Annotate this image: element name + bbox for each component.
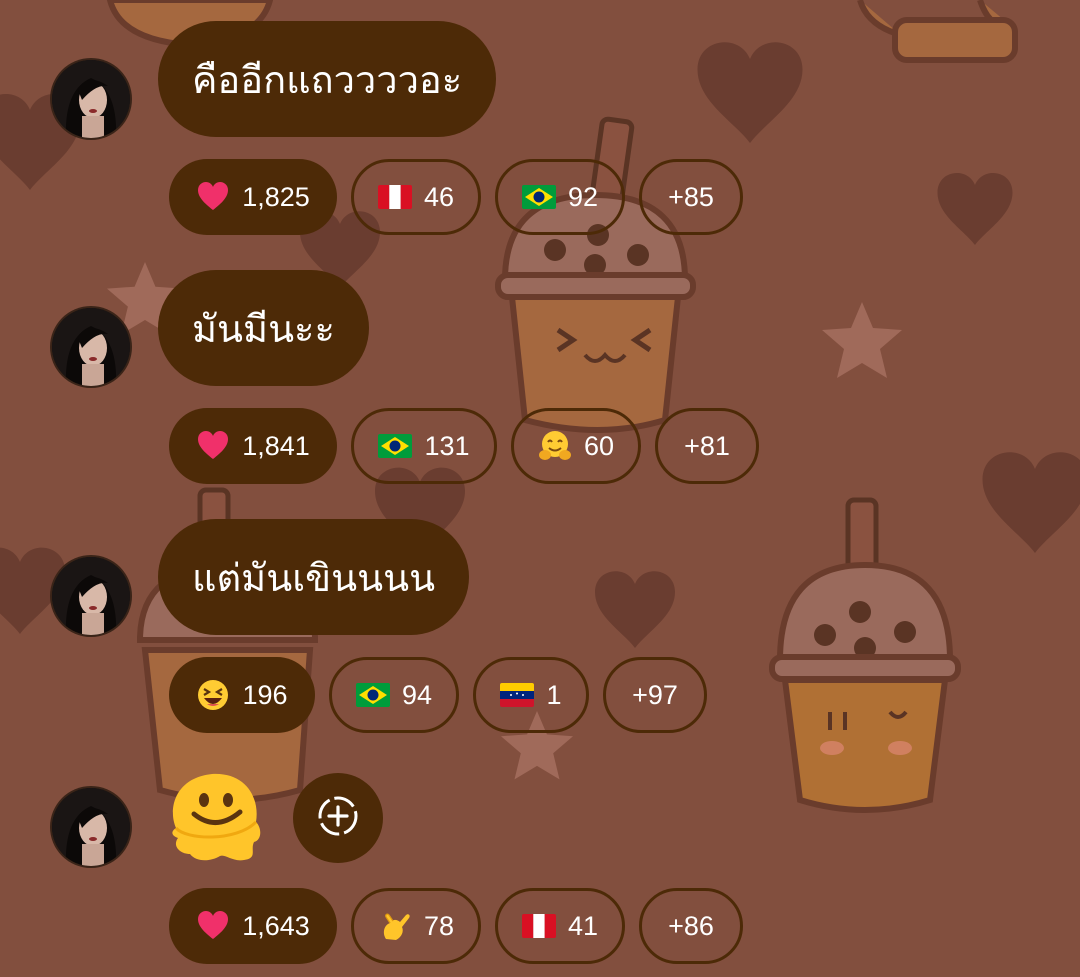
venezuela-flag-icon <box>500 683 535 707</box>
reaction-bar: 1,643 78 41 +86 <box>169 886 757 966</box>
reaction-chip-peru[interactable]: 46 <box>351 159 481 235</box>
sender-avatar[interactable] <box>52 557 130 635</box>
reaction-chip-peru[interactable]: 41 <box>495 888 625 964</box>
more-reactions-count: +97 <box>632 679 678 710</box>
reaction-count: 131 <box>424 430 470 461</box>
reaction-count: 92 <box>567 181 599 212</box>
reaction-chip-call-me[interactable]: 78 <box>351 888 481 964</box>
reaction-count: 1,825 <box>242 181 310 212</box>
call-me-hand-icon <box>378 909 412 943</box>
reaction-count: 60 <box>583 430 615 461</box>
reaction-chip-heart[interactable]: 1,841 <box>169 408 337 484</box>
message-text: คืออีกแถววววอะ <box>192 57 463 102</box>
peru-flag-icon <box>377 185 412 209</box>
reaction-bar: 1,825 46 92 +85 <box>169 157 757 237</box>
reaction-chip-laugh[interactable]: 196 <box>169 657 315 733</box>
brazil-flag-icon <box>355 683 390 707</box>
more-reactions-count: +86 <box>668 910 714 941</box>
reaction-chip-brazil[interactable]: 92 <box>495 159 625 235</box>
hugging-face-icon <box>538 429 572 463</box>
reaction-chip-heart[interactable]: 1,643 <box>169 888 337 964</box>
peru-flag-icon <box>521 914 556 938</box>
more-reactions-count: +81 <box>684 430 730 461</box>
brazil-flag-icon <box>521 185 556 209</box>
sender-avatar[interactable] <box>52 788 130 866</box>
reaction-bar: 1,841 131 60 +81 <box>169 406 773 486</box>
reaction-chip-venezuela[interactable]: 1 <box>473 657 589 733</box>
laughing-face-icon <box>196 678 230 712</box>
reaction-chip-brazil[interactable]: 94 <box>329 657 459 733</box>
melting-face-icon[interactable] <box>166 770 264 864</box>
reaction-count: 1 <box>546 679 562 710</box>
reaction-count: 94 <box>401 679 433 710</box>
red-heart-icon <box>196 180 230 214</box>
reaction-chip-hug[interactable]: 60 <box>511 408 641 484</box>
message-bubble[interactable]: มันมีนะะ <box>158 270 369 386</box>
more-reactions-count: +85 <box>668 181 714 212</box>
reaction-count: 1,643 <box>242 910 310 941</box>
message-bubble[interactable]: คืออีกแถววววอะ <box>158 21 497 137</box>
reaction-count: 1,841 <box>242 430 310 461</box>
red-heart-icon <box>196 909 230 943</box>
reaction-count: 41 <box>567 910 599 941</box>
reaction-count: 196 <box>242 679 288 710</box>
add-reaction-button[interactable] <box>293 773 383 863</box>
sender-avatar[interactable] <box>52 60 130 138</box>
more-reactions-chip[interactable]: +97 <box>603 657 707 733</box>
message-text: มันมีนะะ <box>192 306 335 351</box>
add-reaction-icon <box>316 794 360 842</box>
message-bubble[interactable]: แต่มันเขินนนน <box>158 519 470 635</box>
reaction-chip-brazil[interactable]: 131 <box>351 408 497 484</box>
more-reactions-chip[interactable]: +81 <box>655 408 759 484</box>
reaction-count: 78 <box>423 910 455 941</box>
reaction-bar: 196 94 1 +97 <box>169 655 721 735</box>
reaction-count: 46 <box>423 181 455 212</box>
more-reactions-chip[interactable]: +86 <box>639 888 743 964</box>
more-reactions-chip[interactable]: +85 <box>639 159 743 235</box>
reaction-chip-heart[interactable]: 1,825 <box>169 159 337 235</box>
brazil-flag-icon <box>378 434 413 458</box>
red-heart-icon <box>196 429 230 463</box>
sender-avatar[interactable] <box>52 308 130 386</box>
message-text: แต่มันเขินนนน <box>192 555 436 600</box>
